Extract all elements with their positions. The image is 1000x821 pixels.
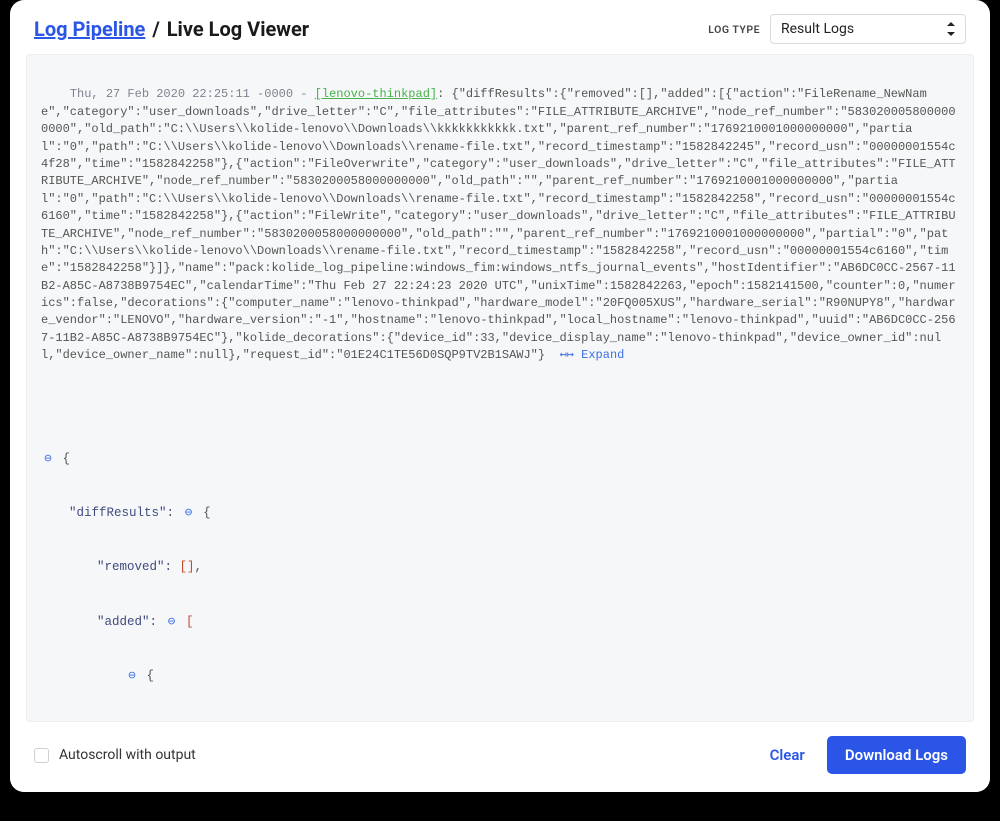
toggle-icon[interactable]: ⊖	[125, 667, 139, 685]
clear-button[interactable]: Clear	[770, 746, 805, 764]
log-host-link[interactable]: [lenovo-thinkpad]	[315, 87, 437, 101]
autoscroll-control: Autoscroll with output	[34, 747, 196, 763]
breadcrumb-root-link[interactable]: Log Pipeline	[34, 17, 145, 41]
breadcrumb-sep: /	[150, 17, 161, 41]
autoscroll-label: Autoscroll with output	[59, 747, 196, 763]
tree-value: []	[180, 560, 195, 574]
log-sep: -	[293, 87, 315, 101]
expand-link[interactable]: Expand	[581, 348, 624, 362]
autoscroll-checkbox[interactable]	[34, 748, 49, 763]
log-timestamp: Thu, 27 Feb 2020 22:25:11 -0000	[70, 87, 293, 101]
page-title: Log Pipeline / Live Log Viewer	[34, 17, 309, 41]
breadcrumb-current: Live Log Viewer	[167, 17, 309, 41]
log-viewer-panel: Log Pipeline / Live Log Viewer LOG TYPE …	[10, 0, 990, 792]
log-type-control: LOG TYPE Result Logs	[708, 14, 966, 44]
log-type-select[interactable]: Result Logs	[770, 14, 966, 44]
toggle-icon[interactable]: ⊖	[165, 613, 179, 631]
footer: Autoscroll with output Clear Download Lo…	[10, 722, 990, 792]
header: Log Pipeline / Live Log Viewer LOG TYPE …	[10, 0, 990, 54]
toggle-icon[interactable]: ⊖	[182, 504, 196, 522]
expand-icon: ↤↦	[560, 348, 574, 362]
tree-key: "removed":	[97, 560, 172, 574]
log-type-selected-value: Result Logs	[781, 21, 854, 37]
footer-actions: Clear Download Logs	[770, 736, 966, 774]
log-output-area: Thu, 27 Feb 2020 22:25:11 -0000 - [lenov…	[26, 54, 974, 722]
download-logs-button[interactable]: Download Logs	[827, 736, 966, 774]
log-colon: :	[437, 87, 451, 101]
json-tree: ⊖ { "diffResults": ⊖ { "removed": [], "a…	[41, 413, 959, 722]
log-type-label: LOG TYPE	[708, 23, 760, 36]
log-raw-body: {"diffResults":{"removed":[],"added":[{"…	[41, 87, 956, 362]
tree-key: "added":	[97, 615, 157, 629]
tree-key: "diffResults":	[69, 506, 174, 520]
toggle-icon[interactable]: ⊖	[41, 450, 55, 468]
